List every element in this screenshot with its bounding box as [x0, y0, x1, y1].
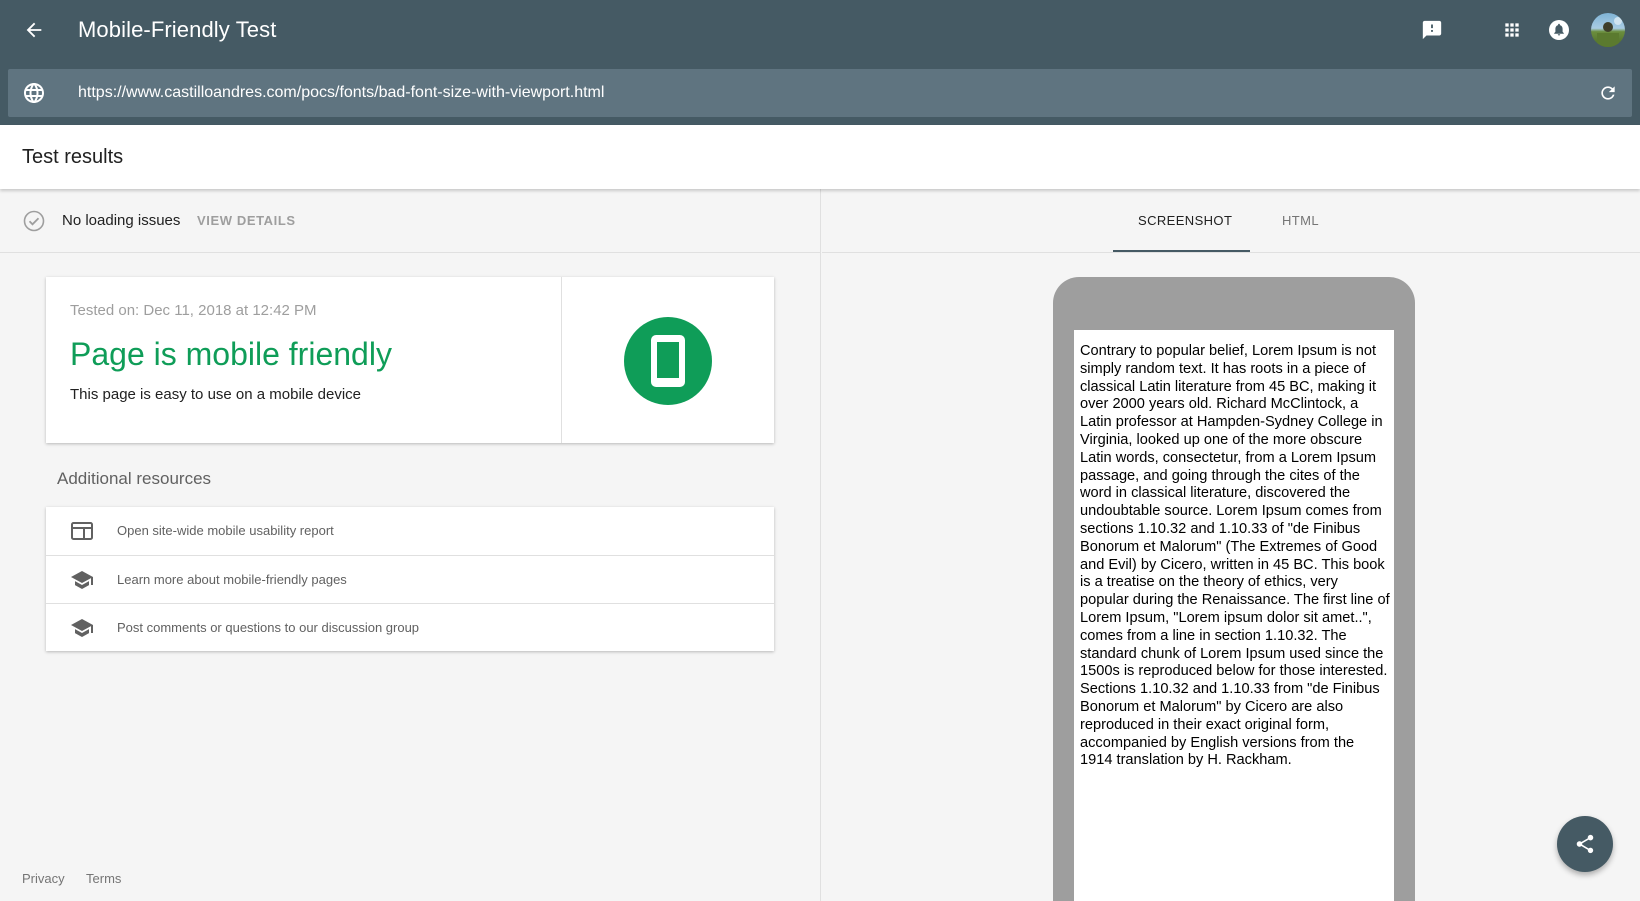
- phone-frame: Contrary to popular belief, Lorem Ipsum …: [1053, 277, 1415, 901]
- rendered-page-text: Contrary to popular belief, Lorem Ipsum …: [1080, 343, 1390, 769]
- resource-learn-more[interactable]: Learn more about mobile-friendly pages: [46, 555, 774, 603]
- loading-status-text: No loading issues: [62, 212, 181, 229]
- view-details-button[interactable]: VIEW DETAILS: [197, 213, 296, 228]
- reload-icon: [1601, 86, 1615, 100]
- feedback-icon: [1422, 20, 1442, 40]
- resource-usability-report[interactable]: Open site-wide mobile usability report: [46, 507, 774, 555]
- app-bar: Mobile-Friendly Test https://www.castill…: [0, 0, 1640, 125]
- tab-screenshot[interactable]: SCREENSHOT: [1138, 213, 1232, 228]
- app-title: Mobile-Friendly Test: [78, 17, 277, 42]
- resource-label: Learn more about mobile-friendly pages: [117, 572, 347, 587]
- result-card: Tested on: Dec 11, 2018 at 12:42 PM Page…: [46, 277, 774, 443]
- active-tab-indicator: [1113, 250, 1250, 252]
- apps-grid-icon: [1505, 23, 1519, 37]
- mobile-friendly-badge: [624, 317, 712, 405]
- resource-discussion-group[interactable]: Post comments or questions to our discus…: [46, 603, 774, 651]
- share-icon: [1576, 834, 1594, 854]
- reload-button[interactable]: [1594, 79, 1622, 107]
- url-bar[interactable]: https://www.castilloandres.com/pocs/font…: [8, 69, 1632, 117]
- results-panel: No loading issues VIEW DETAILS Tested on…: [0, 189, 821, 901]
- url-text[interactable]: https://www.castilloandres.com/pocs/font…: [78, 84, 604, 102]
- terms-link[interactable]: Terms: [86, 871, 121, 886]
- footer-links: Privacy Terms: [22, 871, 139, 886]
- share-button[interactable]: [1557, 816, 1613, 872]
- phone-screen[interactable]: Contrary to popular belief, Lorem Ipsum …: [1074, 330, 1394, 901]
- tab-html[interactable]: HTML: [1282, 213, 1319, 228]
- verdict-heading: Page is mobile friendly: [70, 336, 392, 372]
- back-button[interactable]: [18, 14, 50, 46]
- school-icon: [70, 616, 94, 640]
- results-title: Test results: [22, 146, 124, 168]
- preview-tabs: SCREENSHOT HTML: [822, 189, 1640, 253]
- notifications-button[interactable]: [1543, 14, 1575, 46]
- preview-panel: SCREENSHOT HTML Contrary to popular beli…: [822, 189, 1640, 901]
- check-circle-icon: [23, 210, 45, 232]
- privacy-link[interactable]: Privacy: [22, 871, 65, 886]
- resource-label: Open site-wide mobile usability report: [117, 523, 334, 538]
- smartphone-icon: [651, 335, 685, 387]
- results-header: Test results: [0, 125, 1640, 189]
- resources-title: Additional resources: [57, 469, 212, 488]
- resource-label: Post comments or questions to our discus…: [117, 620, 420, 635]
- apps-button[interactable]: [1496, 14, 1528, 46]
- avatar-image: [1597, 17, 1622, 47]
- school-icon: [70, 568, 94, 592]
- globe-icon: [24, 83, 44, 103]
- feedback-button[interactable]: [1416, 14, 1448, 46]
- card-divider: [561, 277, 562, 443]
- app-bar-top-row: Mobile-Friendly Test: [0, 0, 1640, 60]
- loading-status-row: No loading issues VIEW DETAILS: [0, 189, 821, 253]
- verdict-subtitle: This page is easy to use on a mobile dev…: [70, 386, 361, 403]
- resources-list: Open site-wide mobile usability report L…: [46, 507, 774, 651]
- arrow-back-icon: [26, 22, 42, 38]
- web-report-icon: [70, 519, 94, 543]
- notifications-icon: [1549, 20, 1569, 40]
- tested-on-text: Tested on: Dec 11, 2018 at 12:42 PM: [70, 302, 317, 319]
- account-avatar[interactable]: [1591, 13, 1625, 47]
